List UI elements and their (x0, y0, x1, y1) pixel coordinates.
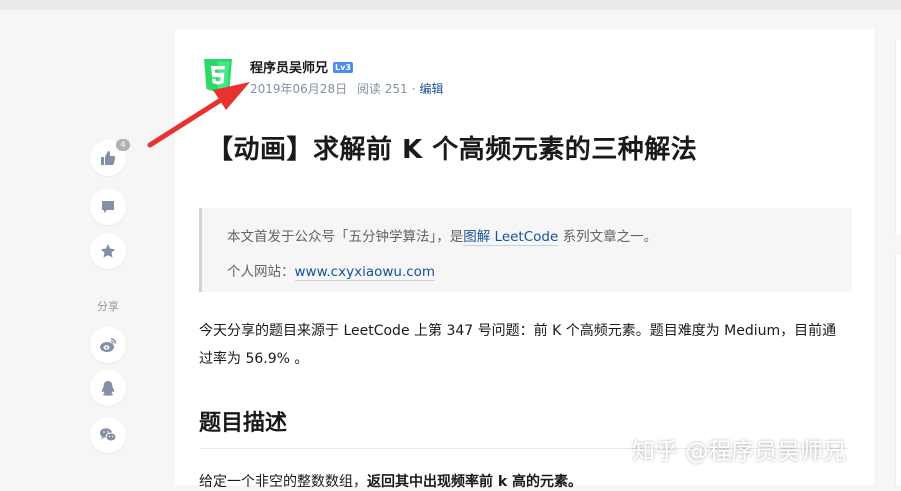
intro-blockquote: 本文首发于公众号「五分钟学算法」，是图解 LeetCode 系列文章之一。 个人… (199, 208, 852, 292)
problem-text-bold: 返回其中出现频率前 k 高的元素。 (367, 474, 583, 490)
right-sidebar-card (895, 40, 901, 235)
share-wechat-button[interactable] (90, 417, 126, 453)
author-name[interactable]: 程序员吴师兄 Lv3 (250, 57, 353, 76)
share-weibo-button[interactable] (90, 327, 126, 363)
author-name-text[interactable]: 程序员吴师兄 (250, 61, 328, 76)
series-link[interactable]: 图解 LeetCode (463, 229, 559, 246)
edit-link[interactable]: 编辑 (419, 82, 443, 96)
comment-icon (100, 199, 116, 215)
share-qq-button[interactable] (90, 370, 126, 406)
like-count-badge: 4 (116, 139, 130, 151)
publish-date: 2019年06月28日 (250, 82, 348, 96)
author-level-badge: Lv3 (333, 62, 353, 73)
comment-button[interactable] (90, 189, 126, 225)
favorite-button[interactable] (90, 233, 126, 269)
html5-logo-icon[interactable] (203, 59, 233, 94)
article-title: 【动画】求解前 K 个高频元素的三种解法 (207, 135, 698, 165)
website-link[interactable]: www.cxyxiaowu.com (294, 264, 436, 281)
share-label: 分享 (97, 300, 119, 313)
read-count: 阅读 251 (356, 82, 408, 96)
wechat-icon (99, 427, 117, 443)
meta-separator: · (411, 82, 416, 96)
article-meta: 2019年06月28日 阅读 251 · 编辑 (250, 80, 444, 97)
top-bar (0, 0, 901, 10)
thumbs-up-icon (100, 150, 116, 166)
problem-text: 给定一个非空的整数数组， (199, 474, 367, 490)
article-card: 程序员吴师兄 Lv3 2019年06月28日 阅读 251 · 编辑 【动画】求解前 … (175, 29, 874, 490)
website-label: 个人网站： (227, 264, 295, 280)
blockquote-line-2: 个人网站：www.cxyxiaowu.com (227, 260, 436, 281)
watermark: 知乎 @程序员吴师兄 (632, 439, 847, 465)
blockquote-text-suffix: 系列文章之一。 (558, 229, 658, 245)
right-sidebar-card-lower (895, 255, 901, 485)
weibo-icon (99, 337, 117, 353)
blockquote-text: 本文首发于公众号「五分钟学算法」，是 (227, 229, 464, 245)
star-icon (100, 243, 116, 259)
like-button[interactable]: 4 (90, 139, 130, 176)
intro-paragraph: 今天分享的题目来源于 LeetCode 上第 347 号问题：前 K 个高频元素… (199, 323, 837, 367)
blockquote-line-1: 本文首发于公众号「五分钟学算法」，是图解 LeetCode 系列文章之一。 (227, 225, 658, 246)
qq-icon (100, 380, 116, 397)
section-heading: 题目描述 (199, 411, 288, 436)
problem-statement: 给定一个非空的整数数组，返回其中出现频率前 k 高的元素。 (199, 471, 582, 491)
